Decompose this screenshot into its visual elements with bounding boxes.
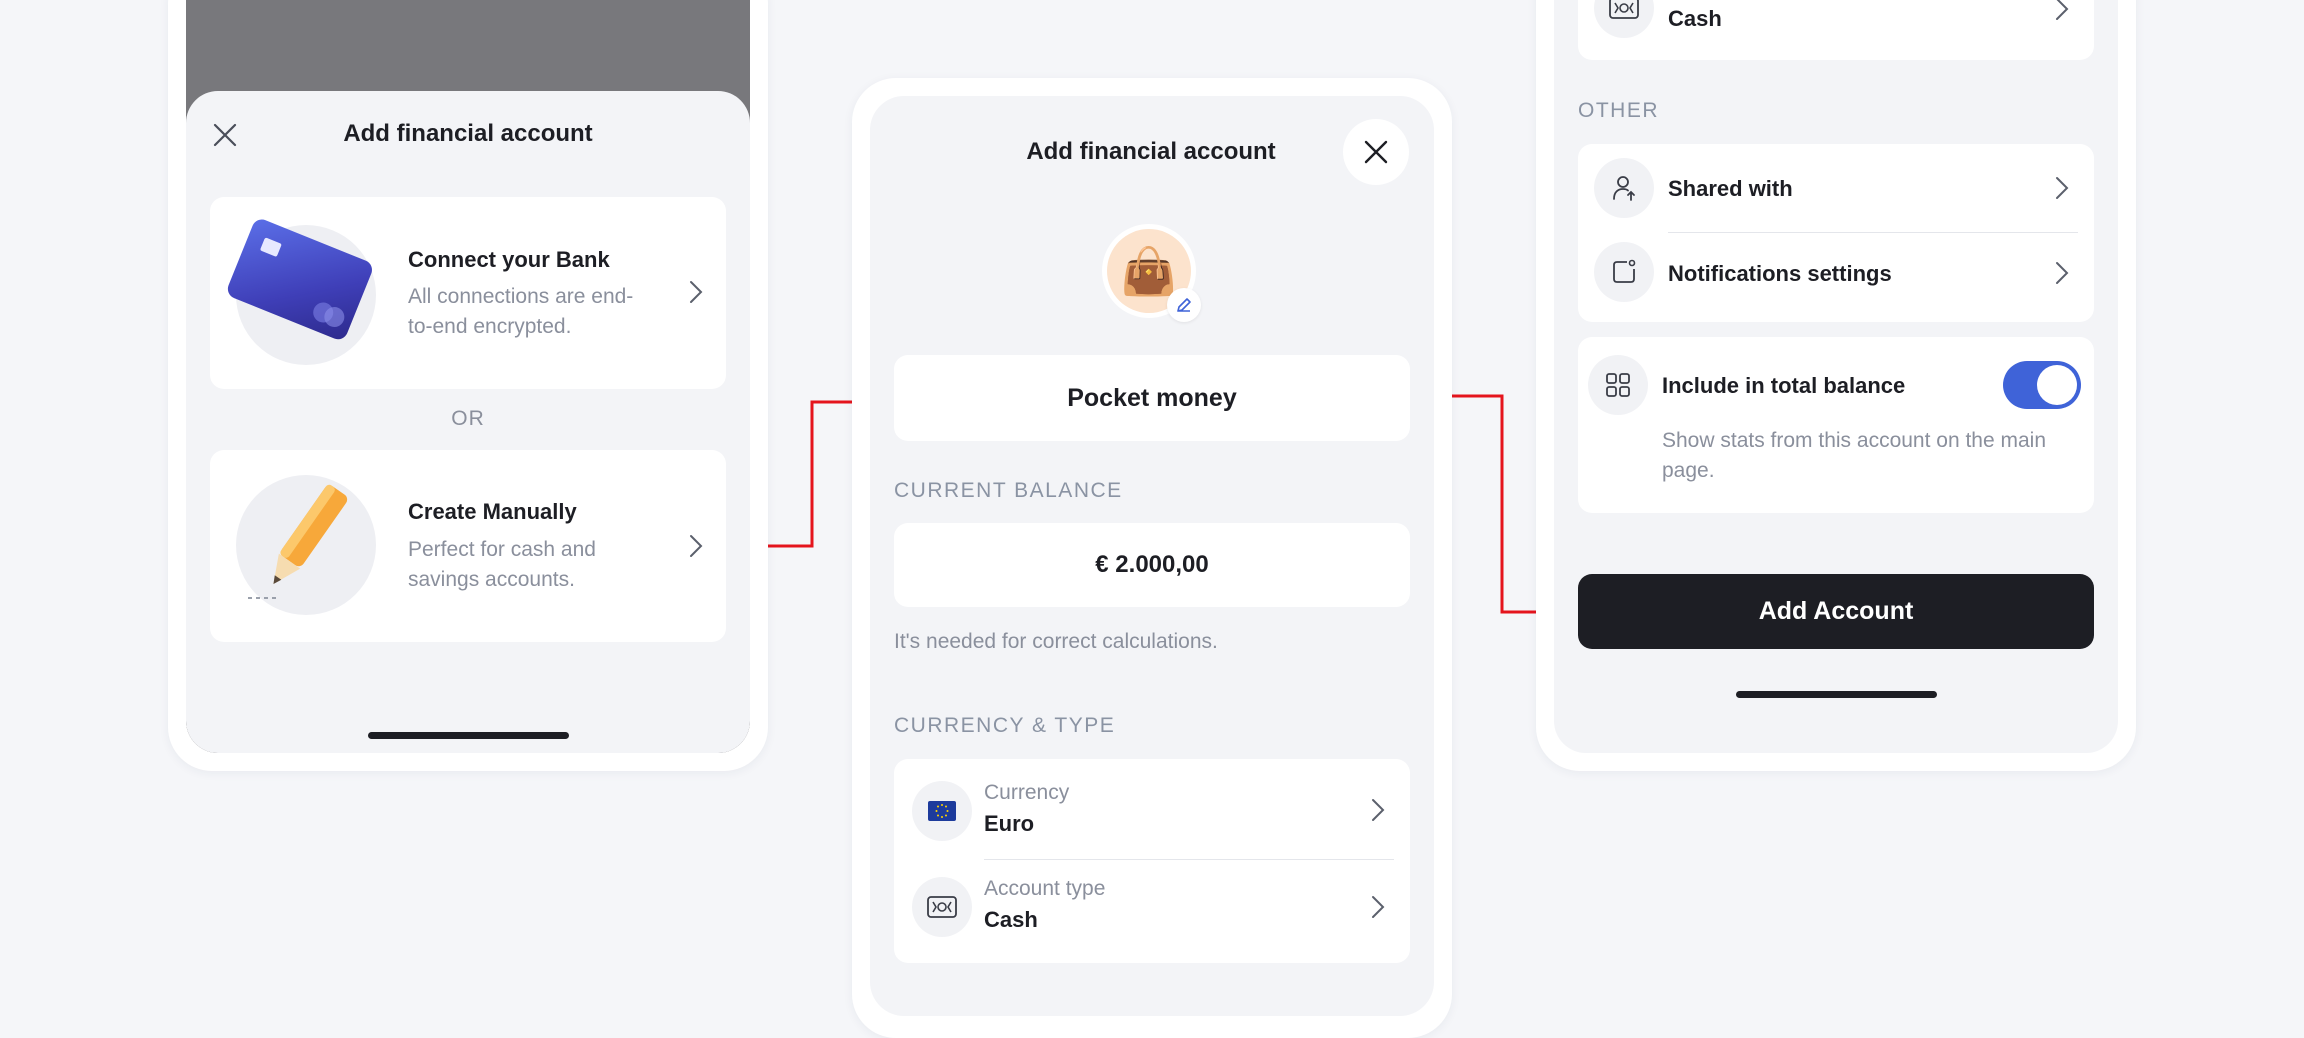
home-indicator [368,732,569,739]
other-section-label: OTHER [1578,99,1659,122]
include-total-toggle[interactable] [2003,361,2081,409]
currency-type-card: Currency Euro Account type Cash [894,759,1410,963]
sheet-title: Add financial account [1026,138,1276,165]
chevron-right-icon [690,535,703,557]
balance-section-label: CURRENT BALANCE [894,479,1123,502]
create-manually-title: Create Manually [408,499,577,524]
account-name-value: Pocket money [1067,383,1237,412]
sheet-title: Add financial account [343,120,593,147]
notifications-row[interactable]: Notifications settings [1578,232,2094,320]
balance-hint: It's needed for correct calculations. [894,630,1218,653]
chevron-right-icon [1372,799,1385,821]
account-type-row[interactable]: Account type Cash [894,859,1410,959]
currency-section-label: CURRENCY & TYPE [894,714,1116,737]
cash-icon [1594,0,1654,38]
shared-with-row[interactable]: Shared with [1578,144,2094,232]
pencil-icon [248,484,348,599]
add-account-button-label: Add Account [1758,597,1914,625]
cash-icon [912,877,972,937]
grid-icon [1588,355,1648,415]
close-button[interactable] [210,120,240,150]
chevron-right-icon [690,281,703,303]
chevron-right-icon [1372,896,1385,918]
include-total-label: Include in total balance [1662,373,1906,398]
handbag-icon: 👜 [1120,245,1178,297]
chevron-right-icon [2056,0,2069,20]
currency-label: Currency [984,781,1070,804]
pencil-edit-icon [1177,298,1191,312]
balance-value: € 2.000,00 [1095,551,1209,578]
create-manually-card[interactable]: Create Manually Perfect for cash and sav… [210,450,726,642]
account-type-value: Cash [984,907,1038,932]
close-button[interactable] [1343,119,1409,185]
shared-with-label: Shared with [1668,176,1793,201]
include-total-card: Include in total balance Show stats from… [1578,337,2094,513]
connect-bank-subtitle-1: All connections are end- [408,285,634,308]
other-settings-card: Shared with Notifications settings [1578,144,2094,322]
notifications-label: Notifications settings [1668,261,1892,286]
notification-icon [1594,242,1654,302]
currency-value: Euro [984,811,1035,836]
include-total-desc-1: Show stats from this account on the main [1662,429,2047,452]
create-manually-subtitle-1: Perfect for cash and [408,538,596,561]
add-account-button[interactable]: Add Account [1578,574,2094,649]
connect-bank-subtitle-2: to-end encrypted. [408,315,572,338]
create-manually-subtitle-2: savings accounts. [408,568,575,591]
close-icon [1364,140,1388,164]
or-divider: OR [451,407,485,430]
account-type-label: Account type [984,877,1106,900]
account-type-row[interactable]: Cash [1578,0,2094,60]
account-type-value: Cash [1668,6,1722,31]
user-share-icon [1594,158,1654,218]
chevron-right-icon [2056,262,2069,284]
bank-card-icon [227,219,372,340]
balance-field[interactable]: € 2.000,00 [894,523,1410,607]
edit-avatar-button[interactable] [1167,288,1201,322]
home-indicator [1736,691,1937,698]
eu-flag-icon [912,781,972,841]
currency-row[interactable]: Currency Euro [894,759,1410,859]
close-icon [213,123,237,147]
account-name-field[interactable]: Pocket money [894,355,1410,441]
connect-bank-card[interactable]: Connect your Bank All connections are en… [210,197,726,389]
chevron-right-icon [2056,177,2069,199]
include-total-desc-2: page. [1662,459,1715,482]
connect-bank-title: Connect your Bank [408,247,610,272]
toggle-knob [2037,365,2077,405]
